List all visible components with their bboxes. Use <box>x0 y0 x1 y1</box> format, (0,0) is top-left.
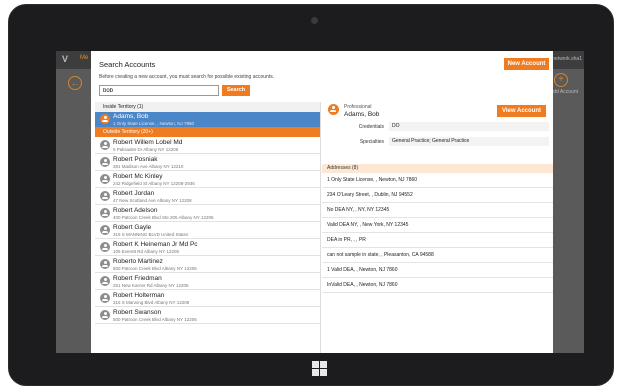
person-avatar-icon <box>100 293 110 303</box>
result-name: Robert Adelson <box>113 207 158 214</box>
list-item[interactable]: Robert Willem Lobel Md 5 Palisades Dr Alb… <box>95 137 320 154</box>
inside-territory-header: Inside Territory (1) <box>95 102 320 112</box>
credentials-label: Credentials <box>358 124 384 130</box>
person-avatar-icon <box>100 259 110 269</box>
result-name: Robert Friedman <box>113 275 162 282</box>
result-address: 105 Everett Rd Albany NY 12205 <box>113 249 179 254</box>
result-name: Robert Jordan <box>113 190 155 197</box>
network-label: network.sha1 <box>552 56 582 62</box>
windows-logo-icon[interactable] <box>312 361 328 377</box>
view-account-button[interactable]: View Account <box>497 105 546 117</box>
person-avatar-icon <box>100 225 110 235</box>
results-list: Inside Territory (1) Adams, Bob 1 Only S… <box>95 102 321 353</box>
address-item[interactable]: 1 Only State License, , Newton, NJ 7860 <box>322 173 553 188</box>
result-address: 500 Patroon Creek Blvd Albany NY 12206 <box>113 317 197 322</box>
result-address: 315 S Manning Blvd Albany NY 12208 <box>113 300 190 305</box>
new-account-button[interactable]: New Account <box>504 58 549 70</box>
result-name: Robert Posniak <box>113 156 158 163</box>
person-avatar-icon <box>328 104 339 115</box>
result-address: 47 New Scotland Ave Albany NY 12208 <box>113 198 192 203</box>
account-name: Adams, Bob <box>344 111 380 118</box>
addresses-header: Addresses (8) <box>322 164 553 173</box>
person-avatar-icon <box>100 276 110 286</box>
add-account-label: Add Account <box>549 89 578 95</box>
result-name: Robert Swanson <box>113 309 162 316</box>
back-arrow-icon[interactable]: ← <box>68 76 82 90</box>
result-address: 251 New Karner Rd Albany NY 12205 <box>113 283 189 288</box>
result-name: Adams, Bob <box>113 113 149 120</box>
person-avatar-icon <box>100 114 110 124</box>
address-item[interactable]: 1 Valid DEA, , Newton, NJ 7860 <box>322 263 553 278</box>
person-avatar-icon <box>100 140 110 150</box>
result-address: 5 Palisades Dr Albany NY 12205 <box>113 147 179 152</box>
dialog-subtitle: Before creating a new account, you must … <box>99 74 275 80</box>
specialties-value: General Practice; General Practice <box>389 137 549 146</box>
person-avatar-icon <box>100 157 110 167</box>
result-name: Roberto Martinez <box>113 258 163 265</box>
search-button[interactable]: Search <box>222 85 250 96</box>
result-address: 500 Patroon Creek Blvd Albany NY 12206 <box>113 266 197 271</box>
result-address: 315 S MANNING BLVD United States <box>113 232 189 237</box>
address-item[interactable]: Valid DEA NY, , New York, NY 12345 <box>322 218 553 233</box>
person-avatar-icon <box>100 208 110 218</box>
tablet-frame: V Me network.sha1 ← + Add Account Search… <box>8 4 614 386</box>
result-address: 400 Patroon Creek Blvd Ste 205 Albany NY… <box>113 215 214 220</box>
person-avatar-icon <box>100 174 110 184</box>
list-item[interactable]: Robert Posniak 391 Madison Ave Albany NY … <box>95 154 320 171</box>
app-screen: V Me network.sha1 ← + Add Account Search… <box>56 51 584 353</box>
result-name: Robert K Heineman Jr Md Pc <box>113 241 198 248</box>
list-item[interactable]: Robert Jordan 47 New Scotland Ave Albany … <box>95 188 320 205</box>
person-avatar-icon <box>100 242 110 252</box>
list-item[interactable]: Robert Swanson 500 Patroon Creek Blvd Alb… <box>95 307 320 324</box>
specialties-label: Specialties <box>359 139 384 145</box>
list-item[interactable]: Robert Holterman 315 S Manning Blvd Alban… <box>95 290 320 307</box>
result-name: Robert Gayle <box>113 224 152 231</box>
search-input[interactable] <box>99 85 219 96</box>
result-address: 1 Only State License, , Newton, NJ 7860 <box>113 121 195 126</box>
camera <box>311 17 318 24</box>
list-item[interactable]: Robert K Heineman Jr Md Pc 105 Everett Rd… <box>95 239 320 256</box>
address-item[interactable]: can not sample in state, , Pleasanton, C… <box>322 248 553 263</box>
dialog-title: Search Accounts <box>99 60 156 69</box>
outside-territory-header: Outside Territory (20+) <box>95 127 320 137</box>
app-menu-label: Me <box>80 55 89 61</box>
list-item[interactable]: Robert Adelson 400 Patroon Creek Blvd Ste… <box>95 205 320 222</box>
account-detail-panel: Professional Adams, Bob View Account Cre… <box>322 102 553 353</box>
list-item-selected[interactable]: Adams, Bob 1 Only State License, , Newto… <box>95 112 320 127</box>
search-accounts-dialog: Search Accounts Before creating a new ac… <box>91 51 553 353</box>
list-item[interactable]: Robert Gayle 315 S MANNING BLVD United St… <box>95 222 320 239</box>
person-avatar-icon <box>100 191 110 201</box>
account-type: Professional <box>344 104 372 110</box>
list-item[interactable]: Roberto Martinez 500 Patroon Creek Blvd A… <box>95 256 320 273</box>
list-item[interactable]: Robert Friedman 251 New Karner Rd Albany … <box>95 273 320 290</box>
addresses-list: 1 Only State License, , Newton, NJ 7860 … <box>322 173 553 293</box>
result-name: Robert Mc Kinley <box>113 173 163 180</box>
address-item[interactable]: No DEA NY, , NY, NY 12345 <box>322 203 553 218</box>
add-circle-icon[interactable]: + <box>554 73 568 87</box>
list-item[interactable]: Robert Mc Kinley 242 Ridgefield St Albany… <box>95 171 320 188</box>
address-item[interactable]: InValid DEA, , Newton, NJ 7860 <box>322 278 553 293</box>
result-address: 391 Madison Ave Albany NY 12210 <box>113 164 184 169</box>
result-address: 242 Ridgefield St Albany NY 12208-2936 <box>113 181 195 186</box>
credentials-value: DO <box>389 122 549 131</box>
app-logo-icon: V <box>62 54 69 64</box>
result-name: Robert Holterman <box>113 292 165 299</box>
address-item[interactable]: DEA in PR, , , PR <box>322 233 553 248</box>
address-item[interactable]: 234 O'Leary Street, , Dublin, NJ 94552 <box>322 188 553 203</box>
result-name: Robert Willem Lobel Md <box>113 139 183 146</box>
person-avatar-icon <box>100 310 110 320</box>
